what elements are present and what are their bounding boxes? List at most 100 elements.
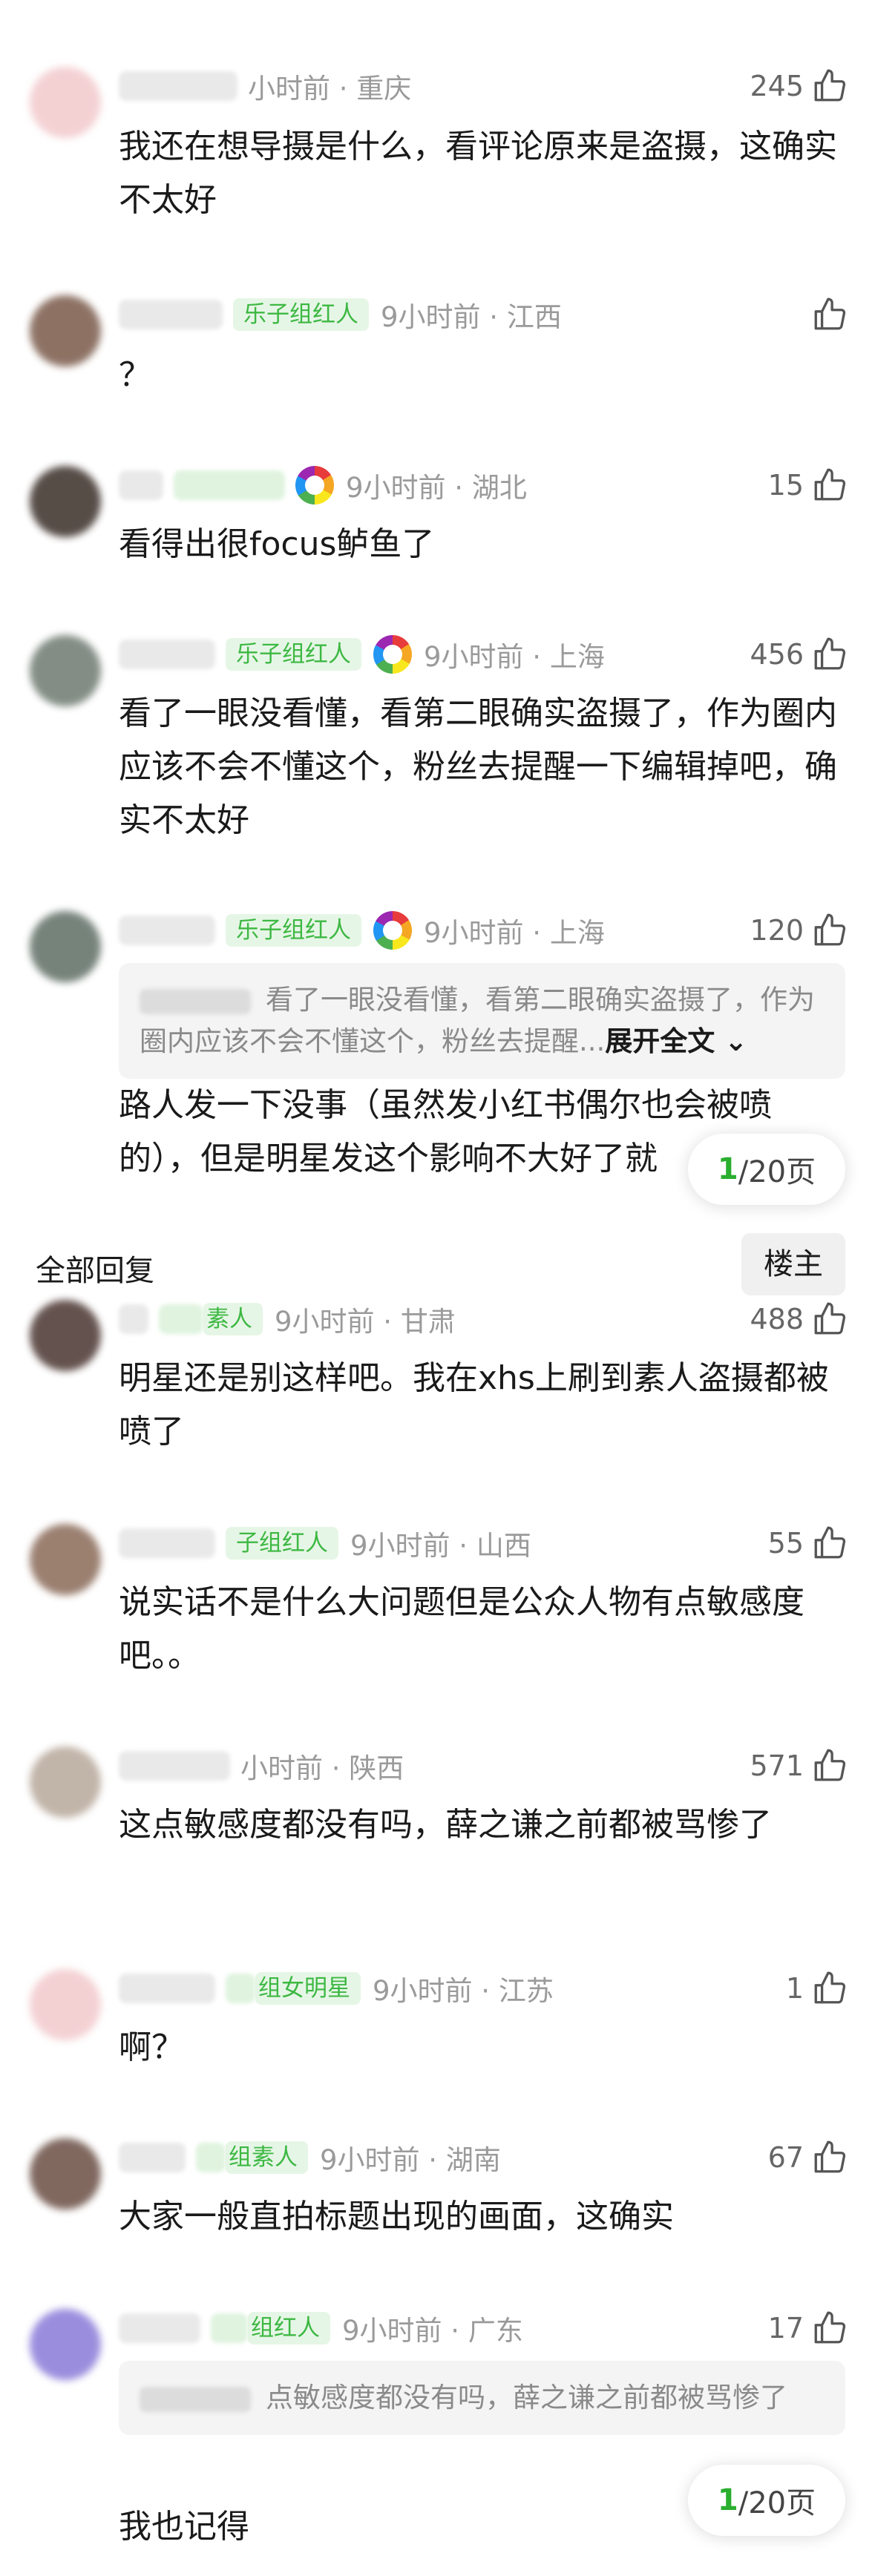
- comment-time: 9小时前 · 甘肃: [275, 1306, 456, 1338]
- username[interactable]: [119, 2313, 200, 2343]
- username[interactable]: [119, 300, 223, 329]
- user-badge: 素人: [203, 1303, 263, 1335]
- comment-time: 9小时前 · 湖南: [320, 2144, 501, 2176]
- thumbs-up-icon: [814, 69, 846, 102]
- medal-icon: [373, 635, 412, 674]
- username[interactable]: [119, 1751, 230, 1781]
- replies-header: 全部回复 楼主: [0, 1233, 875, 1300]
- like-count: 67: [767, 2141, 804, 2174]
- all-replies-title: 全部回复: [36, 1254, 154, 1288]
- like-count: 456: [750, 638, 804, 671]
- like-button[interactable]: 245: [750, 67, 848, 105]
- comment-text: 我还在想导摄是什么，看评论原来是盗摄，这确实不太好: [119, 128, 837, 219]
- thumbs-up-icon: [814, 1526, 846, 1559]
- username-badge-blurred: [196, 2143, 226, 2172]
- comment-time: 9小时前 · 上海: [424, 641, 605, 673]
- like-button[interactable]: 67: [768, 2138, 848, 2177]
- user-badge: 乐子组红人: [233, 298, 369, 331]
- like-button[interactable]: 488: [750, 1300, 848, 1338]
- avatar[interactable]: [30, 295, 101, 367]
- like-button[interactable]: 120: [750, 911, 848, 950]
- comment-time: 小时前 · 重庆: [248, 73, 412, 105]
- comment-text: 说实话不是什么大问题但是公众人物有点敏感度吧。。: [119, 1583, 804, 1675]
- comment-text: 看了一眼没看懂，看第二眼确实盗摄了，作为圈内应该不会不懂这个，粉丝去提醒一下编辑…: [119, 694, 837, 839]
- username-badge-blurred: [211, 2313, 248, 2343]
- medal-icon: [295, 466, 334, 505]
- quoted-comment[interactable]: 看了一眼没看懂，看第二眼确实盗摄了，作为圈内应该不会不懂这个，粉丝去提醒...展…: [119, 963, 845, 1079]
- total-pages: /20页: [738, 1155, 816, 1189]
- page-indicator[interactable]: 1/20页: [688, 1134, 845, 1205]
- avatar[interactable]: [30, 466, 101, 537]
- username[interactable]: [119, 470, 163, 500]
- avatar[interactable]: [30, 911, 101, 982]
- username-badge-blurred: [159, 1304, 203, 1334]
- like-count: 17: [767, 2312, 804, 2345]
- page-indicator[interactable]: 1/20页: [688, 2465, 845, 2536]
- comment-time: 小时前 · 陕西: [240, 1752, 404, 1784]
- comment-text: 明星还是别这样吧。我在xhs上刷到素人盗摄都被喷了: [119, 1359, 829, 1450]
- comment-time: 9小时前 · 广东: [342, 2315, 523, 2347]
- username[interactable]: [119, 1528, 215, 1558]
- thumbs-up-icon: [814, 2140, 846, 2173]
- avatar[interactable]: [30, 1969, 101, 2040]
- medal-icon: [373, 911, 412, 950]
- expand-full-text-link[interactable]: 展开全文 ⌄: [605, 1025, 747, 1057]
- current-page: 1: [717, 1152, 738, 1186]
- avatar[interactable]: [30, 1300, 101, 1371]
- thumbs-up-icon: [814, 2311, 846, 2344]
- comment-time: 9小时前 · 江苏: [373, 1975, 554, 2007]
- like-count: 120: [750, 914, 804, 947]
- comment-time: 9小时前 · 湖北: [346, 472, 527, 504]
- like-button[interactable]: 456: [750, 635, 848, 674]
- thumbs-up-icon: [814, 298, 846, 330]
- comment-text: 大家一般直拍标题出现的画面，这确实: [119, 2198, 674, 2235]
- owner-only-filter-button[interactable]: 楼主: [741, 1233, 845, 1295]
- comment-text: 看得出很focus鲈鱼了: [119, 525, 435, 563]
- username[interactable]: [119, 916, 215, 945]
- user-badge: 子组红人: [226, 1527, 338, 1560]
- like-count: 15: [767, 469, 804, 502]
- thumbs-up-icon: [814, 468, 846, 501]
- chevron-down-icon: ⌄: [715, 1025, 748, 1057]
- like-button[interactable]: [804, 295, 848, 334]
- avatar[interactable]: [30, 1524, 101, 1595]
- quoted-username: [140, 2386, 251, 2412]
- comment-text: 啊？: [119, 2028, 184, 2066]
- thumbs-up-icon: [814, 913, 846, 946]
- user-badge: 乐子组红人: [226, 914, 361, 947]
- user-badge: 组红人: [248, 2312, 330, 2345]
- username-badge-blurred: [174, 470, 285, 500]
- like-button[interactable]: 55: [768, 1524, 848, 1563]
- like-button[interactable]: 17: [768, 2309, 848, 2347]
- avatar[interactable]: [30, 2309, 101, 2380]
- thumbs-up-icon: [814, 1971, 846, 2004]
- thumbs-up-icon: [814, 1749, 846, 1781]
- thumbs-up-icon: [814, 1302, 846, 1335]
- quoted-text: 点敏感度都没有吗，薛之谦之前都被骂惨了: [266, 2382, 787, 2414]
- username[interactable]: [119, 1304, 148, 1334]
- username[interactable]: [119, 2143, 186, 2172]
- username[interactable]: [119, 71, 237, 101]
- like-button[interactable]: 1: [786, 1969, 848, 2008]
- like-count: 571: [750, 1749, 804, 1782]
- comment-time: 9小时前 · 山西: [350, 1530, 531, 1562]
- user-badge: 组女明星: [255, 1972, 361, 2005]
- like-button[interactable]: 571: [750, 1747, 848, 1785]
- avatar[interactable]: [30, 635, 101, 706]
- current-page: 1: [717, 2483, 738, 2517]
- user-badge: 乐子组红人: [226, 638, 361, 671]
- avatar[interactable]: [30, 67, 101, 138]
- like-count: 1: [785, 1972, 804, 2005]
- comment-time: 9小时前 · 江西: [381, 301, 562, 333]
- username[interactable]: [119, 640, 215, 669]
- username[interactable]: [119, 1974, 215, 2003]
- quoted-username: [140, 988, 251, 1014]
- quoted-comment[interactable]: 点敏感度都没有吗，薛之谦之前都被骂惨了: [119, 2361, 845, 2435]
- avatar[interactable]: [30, 1747, 101, 1818]
- like-count: 245: [750, 70, 804, 102]
- like-button[interactable]: 15: [768, 466, 848, 505]
- thumbs-up-icon: [814, 637, 846, 670]
- avatar[interactable]: [30, 2138, 101, 2209]
- total-pages: /20页: [738, 2486, 816, 2520]
- username-badge-blurred: [226, 1974, 255, 2003]
